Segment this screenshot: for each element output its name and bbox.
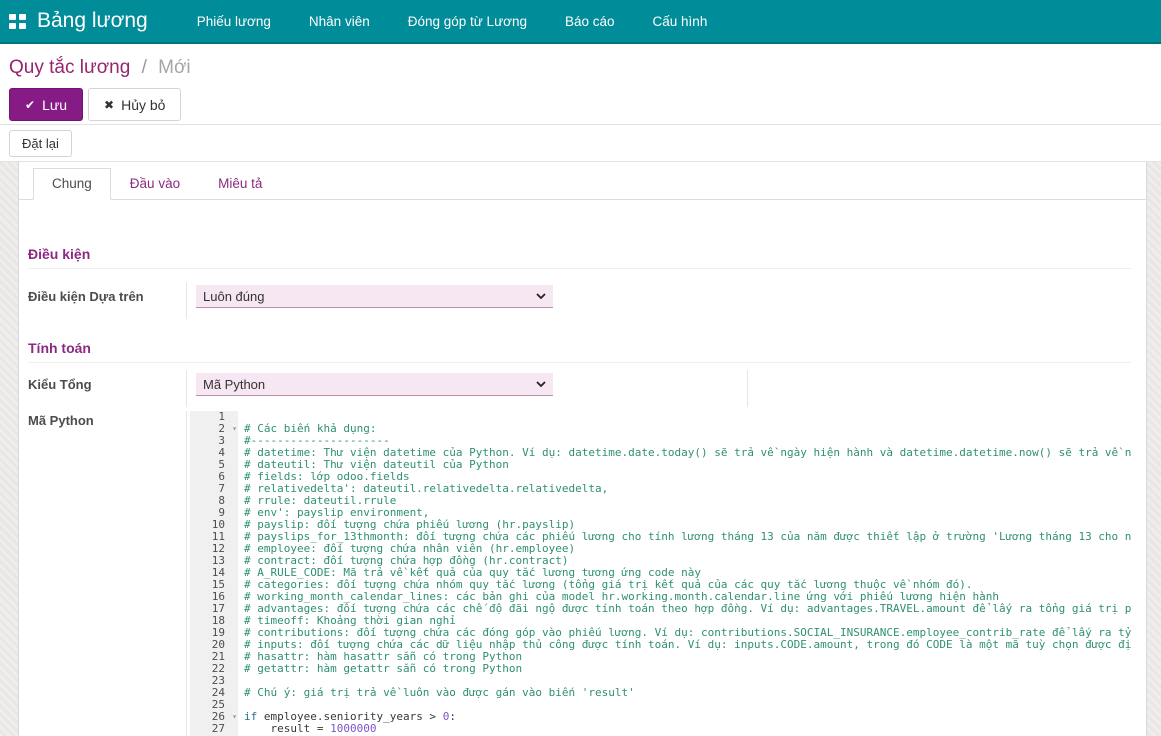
condition-based-on-label: Điều kiện Dựa trên <box>28 282 186 319</box>
condition-based-on-value: Luôn đúng <box>203 289 264 304</box>
close-icon: ✖ <box>104 98 114 112</box>
nav-item-reports[interactable]: Báo cáo <box>546 1 634 42</box>
chevron-down-icon <box>536 381 546 387</box>
reset-button[interactable]: Đặt lại <box>9 130 72 157</box>
code-line[interactable]: # Chú ý: giá trị trả về luôn vào được gá… <box>244 687 1131 699</box>
notebook-tabs: Chung Đầu vào Miêu tả <box>19 162 1146 200</box>
gutter-line-number: 7 <box>190 483 238 495</box>
save-button-label: Lưu <box>42 97 67 113</box>
gutter-line-number: 8 <box>190 495 238 507</box>
amount-type-row: Kiểu Tổng Mã Python <box>28 370 1131 407</box>
python-code-row: Mã Python 12▾345678910111213141516171819… <box>28 411 1131 736</box>
apps-grid-icon[interactable] <box>9 14 26 29</box>
editor-code[interactable]: # Các biến khả dụng:#-------------------… <box>238 411 1131 736</box>
fold-arrow-icon[interactable]: ▾ <box>232 711 237 723</box>
form-sheet: Chung Đầu vào Miêu tả Điều kiện Điều kiệ… <box>18 162 1147 736</box>
gutter-line-number: 1 <box>190 411 238 423</box>
tab-inputs[interactable]: Đầu vào <box>111 168 199 200</box>
save-button[interactable]: ✔ Lưu <box>9 88 83 121</box>
gutter-line-number: 2▾ <box>190 423 238 435</box>
tab-description[interactable]: Miêu tả <box>199 168 281 200</box>
code-line[interactable] <box>244 411 1131 423</box>
top-navbar: Bảng lương Phiếu lương Nhân viên Đóng gó… <box>0 0 1161 44</box>
discard-button-label: Hủy bỏ <box>121 97 165 113</box>
fold-arrow-icon[interactable]: ▾ <box>232 423 237 435</box>
empty-form-cell <box>747 370 1131 407</box>
section-title-computation: Tính toán <box>28 340 1131 363</box>
breadcrumb: Quy tắc lương / Mới <box>0 44 1161 79</box>
action-button-row: ✔ Lưu ✖ Hủy bỏ <box>0 79 1161 122</box>
editor-gutter: 12▾3456789101112131415161718192021222324… <box>190 411 238 736</box>
code-editor[interactable]: 12▾3456789101112131415161718192021222324… <box>186 411 1131 736</box>
nav-item-payslips[interactable]: Phiếu lương <box>178 1 290 42</box>
check-icon: ✔ <box>25 98 35 112</box>
amount-type-value: Mã Python <box>203 377 265 392</box>
gutter-line-number: 5 <box>190 459 238 471</box>
python-code-label: Mã Python <box>28 411 186 736</box>
code-line[interactable]: result = 1000000 <box>244 723 1131 735</box>
breadcrumb-parent-link[interactable]: Quy tắc lương <box>9 57 130 78</box>
gutter-line-number: 6 <box>190 471 238 483</box>
form-background: Chung Đầu vào Miêu tả Điều kiện Điều kiệ… <box>0 162 1161 736</box>
form-statusbar: Đặt lại <box>0 124 1161 162</box>
gutter-line-number: 3 <box>190 435 238 447</box>
condition-based-on-select[interactable]: Luôn đúng <box>196 285 553 308</box>
nav-item-contributions[interactable]: Đóng góp từ Lương <box>389 1 546 42</box>
code-line[interactable]: if employee.seniority_years > 0: <box>244 711 1131 723</box>
tab-general[interactable]: Chung <box>33 168 111 200</box>
gutter-line-number: 4 <box>190 447 238 459</box>
discard-button[interactable]: ✖ Hủy bỏ <box>88 88 181 121</box>
breadcrumb-separator: / <box>142 57 147 78</box>
amount-type-select[interactable]: Mã Python <box>196 373 553 396</box>
breadcrumb-current: Mới <box>158 57 191 78</box>
amount-type-label: Kiểu Tổng <box>28 370 186 407</box>
section-title-condition: Điều kiện <box>28 246 1131 269</box>
nav-item-configuration[interactable]: Cấu hình <box>634 1 727 42</box>
condition-based-on-row: Điều kiện Dựa trên Luôn đúng <box>28 282 1131 319</box>
nav-item-employees[interactable]: Nhân viên <box>290 1 389 42</box>
app-title[interactable]: Bảng lương <box>37 9 148 33</box>
chevron-down-icon <box>536 293 546 299</box>
code-line[interactable]: # getattr: hàm getattr sẵn có trong Pyth… <box>244 663 1131 675</box>
